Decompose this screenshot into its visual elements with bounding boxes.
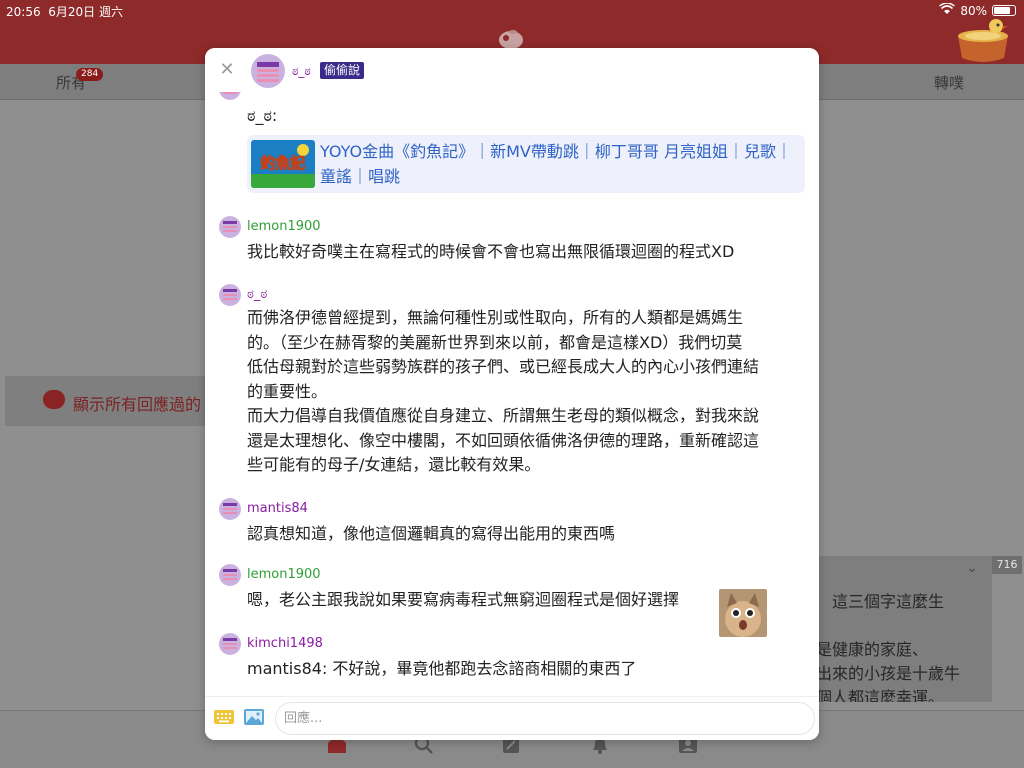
username[interactable]: nam0772: [247, 92, 309, 95]
status-bar: 20:56 6月20日 週六 80%: [0, 0, 1024, 20]
svg-text:釣魚記: 釣魚記: [260, 154, 305, 172]
battery-percent: 80%: [960, 3, 987, 18]
close-icon[interactable]: ✕: [217, 60, 237, 80]
username[interactable]: kimchi1498: [247, 633, 805, 655]
avatar: [219, 564, 241, 586]
avatar: [219, 632, 241, 655]
response-count-badge: 716: [992, 556, 1022, 574]
username[interactable]: lemon1900: [247, 216, 805, 238]
status-right: 80%: [939, 2, 1016, 18]
avatar: [219, 284, 241, 306]
speech-bubble-icon: [43, 390, 65, 409]
show-replied-button[interactable]: 顯示所有回應過的: [5, 376, 220, 426]
chevron-down-icon[interactable]: ⌄: [966, 560, 978, 576]
reply-text: mantis84: 不好說，畢竟他都跑去念諮商相關的東西了: [247, 658, 637, 678]
status-time-date: 20:56 6月20日 週六: [6, 5, 123, 19]
cat-sticker-image[interactable]: [719, 589, 767, 637]
reply-text: 認真想知道，像他這個邏輯真的寫得出能用的東西嗎: [247, 523, 616, 543]
list-item: mantis84 認真想知道，像他這個邏輯真的寫得出能用的東西嗎: [205, 497, 819, 547]
username[interactable]: lemon1900: [247, 564, 805, 586]
poster-name[interactable]: ಠ_ಠ: [292, 64, 311, 79]
tab-replurk[interactable]: 轉噗: [934, 72, 964, 93]
reply-text-line: 的。（至少在赫胥黎的美麗新世界到來以前，都會是這樣XD）我們切莫: [247, 332, 743, 352]
list-item: nam0772 ಠ_ಠ: 釣魚記 YOYO金曲《釣魚記》｜新MV帶動跳｜柳丁哥哥…: [205, 92, 819, 193]
video-thumbnail: 釣魚記: [251, 139, 315, 188]
anonymous-tag: 偷偷說: [320, 62, 365, 79]
keyboard-icon[interactable]: [213, 707, 235, 727]
list-item: lemon1900 我比較好奇噗主在寫程式的時候會不會也寫出無限循環迴圈的程式XD: [205, 215, 819, 265]
list-item: ಠ_ಠ 而佛洛伊德曾經提到，無論何種性別或性取向，所有的人類都是媽媽生 的。（至少在…: [205, 284, 819, 478]
avatar: [251, 54, 285, 88]
image-icon[interactable]: [243, 707, 265, 727]
list-item: lemon1900 嗯，老公主跟我說如果要寫病毒程式無窮迴圈程式是個好選擇: [205, 564, 819, 637]
avatar: [219, 497, 241, 520]
plurk-logo-icon: [499, 30, 523, 49]
username[interactable]: ಠ_ಠ: [247, 284, 805, 306]
reply-composer: [205, 696, 819, 740]
teacup-mascot-icon: [958, 19, 1008, 62]
reply-text: 而佛洛伊德曾經提到，無論何種性別或性取向，所有的人類都是媽媽生 的。（至少在赫胥黎…: [247, 306, 805, 478]
plurk-response-modal: ✕ ಠ_ಠ 偷偷說 nam0772 ಠ_ಠ: 釣魚記: [205, 48, 819, 740]
modal-header: ✕ ಠ_ಠ 偷偷說: [205, 48, 819, 92]
reply-text-line: 的重要性。: [247, 381, 328, 401]
unread-badge: 284: [76, 68, 104, 81]
wifi-icon: [939, 2, 956, 18]
link-preview-card[interactable]: 釣魚記 YOYO金曲《釣魚記》｜新MV帶動跳｜柳丁哥哥 月亮姐姐｜兒歌｜童謠｜唱…: [247, 134, 805, 193]
avatar: [219, 92, 241, 100]
reply-text-line: 還是太理想化、像空中樓閣，不如回頭依循佛洛伊德的理路，重新確認這: [247, 430, 760, 450]
reply-text-line: 些可能有的母子/女連結，還比較有效果。: [247, 455, 541, 474]
reply-text: ಠ_ಠ:: [247, 106, 278, 125]
reply-text-line: 低估母親對於這些弱勢族群的孩子們、或已經長成大人的內心小孩們連結: [247, 357, 760, 376]
reply-input[interactable]: [275, 702, 815, 735]
battery-icon: [992, 5, 1016, 16]
username[interactable]: mantis84: [247, 498, 805, 520]
background-plurk-card: ⌄ 這三個字這麼生 是健康的家庭、 出來的小孩是十歲牛 個人都這麼幸運。: [810, 556, 992, 702]
reply-text: 我比較好奇噗主在寫程式的時候會不會也寫出無限循環迴圈的程式XD: [247, 241, 735, 261]
list-item: kimchi1498 mantis84: 不好說，畢竟他都跑去念諮商相關的東西了: [205, 632, 819, 682]
reply-text-line: 而大力倡導自我價值應從自身建立、所謂無生老母的類似概念，對我來說: [247, 406, 760, 425]
responses-list[interactable]: nam0772 ಠ_ಠ: 釣魚記 YOYO金曲《釣魚記》｜新MV帶動跳｜柳丁哥哥…: [205, 92, 819, 696]
reply-text-line: 而佛洛伊德曾經提到，無論何種性別或性取向，所有的人類都是媽媽生: [247, 308, 744, 327]
link-title[interactable]: YOYO金曲《釣魚記》｜新MV帶動跳｜柳丁哥哥 月亮姐姐｜兒歌｜童謠｜唱跳: [320, 139, 800, 189]
avatar: [219, 215, 241, 238]
